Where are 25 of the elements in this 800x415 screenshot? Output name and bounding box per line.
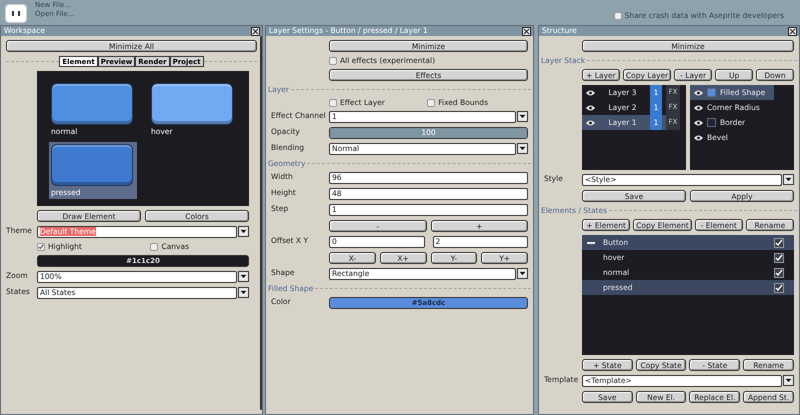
eye-icon[interactable] [694, 90, 703, 96]
close-icon[interactable] [251, 27, 260, 36]
dropdown-button[interactable] [238, 287, 249, 298]
checkbox[interactable] [774, 282, 784, 292]
dropdown-button[interactable] [783, 375, 794, 386]
checkbox[interactable] [774, 268, 784, 278]
close-icon[interactable] [788, 27, 797, 36]
dropdown-button[interactable] [238, 226, 249, 237]
app-icon[interactable] [5, 4, 27, 23]
eye-icon[interactable] [694, 134, 703, 140]
dropdown-button[interactable] [238, 271, 249, 282]
dropdown-button[interactable] [516, 143, 528, 154]
checkbox[interactable] [774, 238, 784, 248]
close-icon[interactable] [522, 27, 531, 36]
dropdown-button[interactable] [783, 174, 794, 185]
dropdown-button[interactable] [516, 111, 528, 122]
eye-icon[interactable] [694, 120, 703, 126]
scrollbar[interactable] [260, 36, 262, 410]
eye-icon[interactable] [586, 104, 595, 110]
eye-icon[interactable] [586, 120, 595, 126]
checkbox[interactable] [774, 252, 784, 262]
eye-icon[interactable] [694, 104, 703, 110]
check-icon [38, 244, 44, 250]
eye-icon[interactable] [586, 90, 595, 96]
dropdown-button[interactable] [516, 268, 528, 279]
